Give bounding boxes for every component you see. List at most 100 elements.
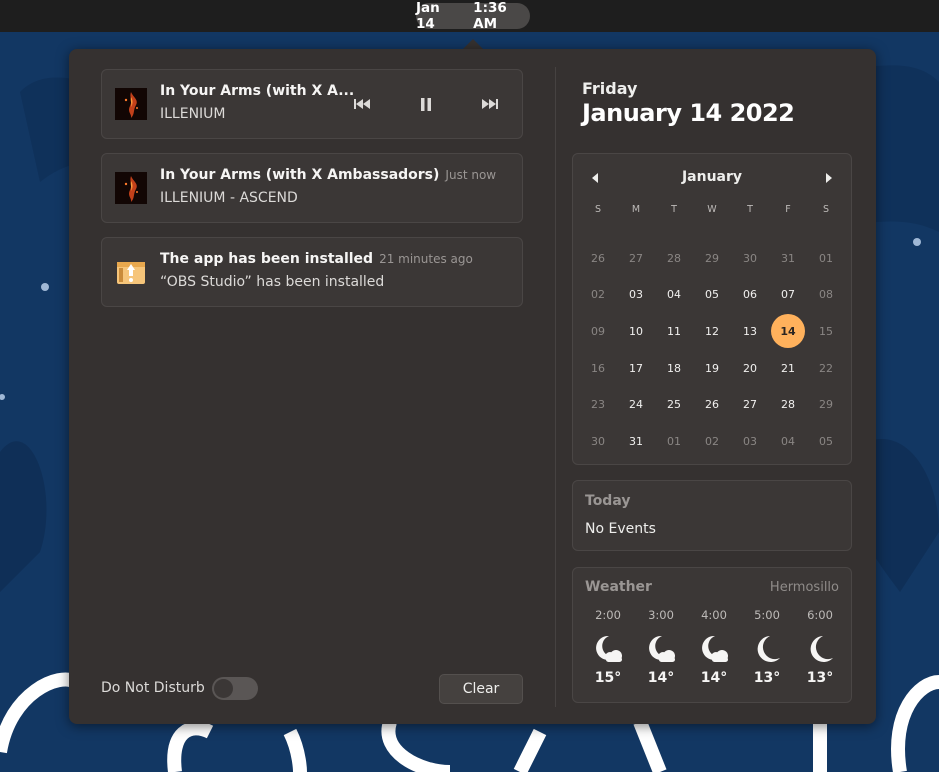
forecast-time: 2:00 bbox=[595, 608, 621, 622]
weather-section[interactable]: Weather Hermosillo 2:00 15° 3:00 14° 4:00 14°… bbox=[572, 567, 852, 703]
calendar-day[interactable]: 23 bbox=[579, 386, 617, 423]
calendar-day[interactable]: 05 bbox=[693, 277, 731, 314]
calendar-day-number: 08 bbox=[819, 288, 833, 302]
night-cloudy-icon bbox=[688, 632, 740, 666]
calendar-day-number: 30 bbox=[591, 434, 605, 448]
calendar-day[interactable]: 21 bbox=[769, 350, 807, 387]
next-month-button[interactable] bbox=[819, 168, 839, 188]
moon-icon bbox=[741, 632, 793, 666]
calendar-day[interactable]: 14 bbox=[769, 313, 807, 350]
calendar-day-number: 02 bbox=[591, 288, 605, 302]
calendar-day[interactable]: 29 bbox=[807, 386, 845, 423]
calendar-day[interactable]: 15 bbox=[807, 313, 845, 350]
media-title: In Your Arms (with X A... bbox=[160, 83, 355, 99]
pause-button[interactable] bbox=[414, 94, 438, 114]
calendar-day[interactable]: 08 bbox=[807, 277, 845, 314]
do-not-disturb-toggle[interactable] bbox=[212, 677, 258, 700]
calendar-day[interactable]: 01 bbox=[807, 240, 845, 277]
calendar-day[interactable]: 30 bbox=[579, 423, 617, 460]
calendar-day-number: 26 bbox=[705, 398, 719, 412]
calendar-day[interactable]: 27 bbox=[731, 386, 769, 423]
calendar-day-number: 15 bbox=[819, 324, 833, 338]
calendar-day[interactable]: 20 bbox=[731, 350, 769, 387]
forecast-temperature: 14° bbox=[647, 670, 675, 686]
calendar-day[interactable]: 04 bbox=[655, 277, 693, 314]
calendar-day[interactable]: 11 bbox=[655, 313, 693, 350]
calendar-day-headers: S M T W T F S bbox=[579, 204, 845, 215]
forecast-hour: 3:00 14° bbox=[635, 608, 687, 686]
clock-button[interactable]: Jan 14 1:36 AM bbox=[416, 0, 530, 32]
notification-time: Just now bbox=[445, 168, 497, 182]
events-empty-label: No Events bbox=[585, 521, 656, 537]
calendar-day-number: 25 bbox=[667, 398, 681, 412]
day-header: M bbox=[631, 204, 641, 215]
notification-item[interactable]: In Your Arms (with X Ambassadors) Just no… bbox=[101, 153, 523, 223]
calendar-day-number: 10 bbox=[629, 324, 643, 338]
calendar-day-number: 28 bbox=[667, 251, 681, 265]
calendar-day[interactable]: 25 bbox=[655, 386, 693, 423]
calendar-day[interactable]: 16 bbox=[579, 350, 617, 387]
calendar-day-number: 26 bbox=[591, 251, 605, 265]
clock-date: Jan 14 bbox=[416, 0, 440, 32]
calendar-day[interactable]: 12 bbox=[693, 313, 731, 350]
calendar-day-number: 28 bbox=[781, 398, 795, 412]
calendar-day[interactable]: 22 bbox=[807, 350, 845, 387]
day-header: S bbox=[594, 204, 602, 215]
calendar-day[interactable]: 28 bbox=[769, 386, 807, 423]
calendar-day[interactable]: 31 bbox=[769, 240, 807, 277]
calendar-day-number: 09 bbox=[591, 324, 605, 338]
do-not-disturb-label: Do Not Disturb bbox=[101, 680, 205, 696]
calendar-day[interactable]: 09 bbox=[579, 313, 617, 350]
calendar-day[interactable]: 28 bbox=[655, 240, 693, 277]
calendar-day-number: 31 bbox=[781, 251, 795, 265]
events-section[interactable]: Today No Events bbox=[572, 480, 852, 551]
calendar-day[interactable]: 10 bbox=[617, 313, 655, 350]
calendar-day-number: 04 bbox=[781, 434, 795, 448]
calendar-day-number: 06 bbox=[743, 288, 757, 302]
notification-item[interactable]: The app has been installed 21 minutes ago… bbox=[101, 237, 523, 307]
calendar-day[interactable]: 06 bbox=[731, 277, 769, 314]
calendar-day[interactable]: 30 bbox=[731, 240, 769, 277]
calendar-day-number: 24 bbox=[629, 398, 643, 412]
calendar-day[interactable]: 17 bbox=[617, 350, 655, 387]
calendar-day-number: 14 bbox=[780, 324, 796, 338]
notification-title-text: In Your Arms (with X Ambassadors) bbox=[160, 167, 440, 183]
calendar-day[interactable]: 29 bbox=[693, 240, 731, 277]
next-track-button[interactable] bbox=[478, 94, 502, 114]
calendar-day[interactable]: 19 bbox=[693, 350, 731, 387]
calendar-day[interactable]: 04 bbox=[769, 423, 807, 460]
media-player[interactable]: In Your Arms (with X A... ILLENIUM bbox=[101, 69, 523, 139]
night-cloudy-icon bbox=[582, 632, 634, 666]
calendar-day[interactable]: 02 bbox=[579, 277, 617, 314]
day-header: W bbox=[707, 204, 717, 215]
calendar-day-number: 13 bbox=[743, 324, 757, 338]
forecast-temperature: 15° bbox=[594, 670, 622, 686]
calendar-day[interactable]: 13 bbox=[731, 313, 769, 350]
forecast-time: 6:00 bbox=[807, 608, 833, 622]
clear-button[interactable]: Clear bbox=[439, 674, 523, 704]
calendar-day-number: 27 bbox=[743, 398, 757, 412]
forecast-hour: 5:00 13° bbox=[741, 608, 793, 686]
calendar-day-number: 17 bbox=[629, 361, 643, 375]
calendar-day[interactable]: 27 bbox=[617, 240, 655, 277]
calendar-day[interactable]: 03 bbox=[617, 277, 655, 314]
calendar-day[interactable]: 01 bbox=[655, 423, 693, 460]
calendar-day-number: 05 bbox=[819, 434, 833, 448]
calendar-day[interactable]: 02 bbox=[693, 423, 731, 460]
weekday-label: Friday bbox=[582, 79, 638, 98]
calendar-day[interactable]: 03 bbox=[731, 423, 769, 460]
calendar-day-number: 23 bbox=[591, 398, 605, 412]
forecast-hour: 6:00 13° bbox=[794, 608, 846, 686]
calendar-day[interactable]: 26 bbox=[693, 386, 731, 423]
calendar-day[interactable]: 31 bbox=[617, 423, 655, 460]
album-art bbox=[115, 88, 147, 120]
calendar-day-number: 30 bbox=[743, 251, 757, 265]
previous-track-button[interactable] bbox=[350, 94, 374, 114]
calendar-day[interactable]: 26 bbox=[579, 240, 617, 277]
notification-title: In Your Arms (with X Ambassadors) Just no… bbox=[160, 167, 496, 183]
forecast-hour: 4:00 14° bbox=[688, 608, 740, 686]
calendar-day[interactable]: 05 bbox=[807, 423, 845, 460]
calendar-day[interactable]: 18 bbox=[655, 350, 693, 387]
calendar-day[interactable]: 07 bbox=[769, 277, 807, 314]
calendar-day[interactable]: 24 bbox=[617, 386, 655, 423]
